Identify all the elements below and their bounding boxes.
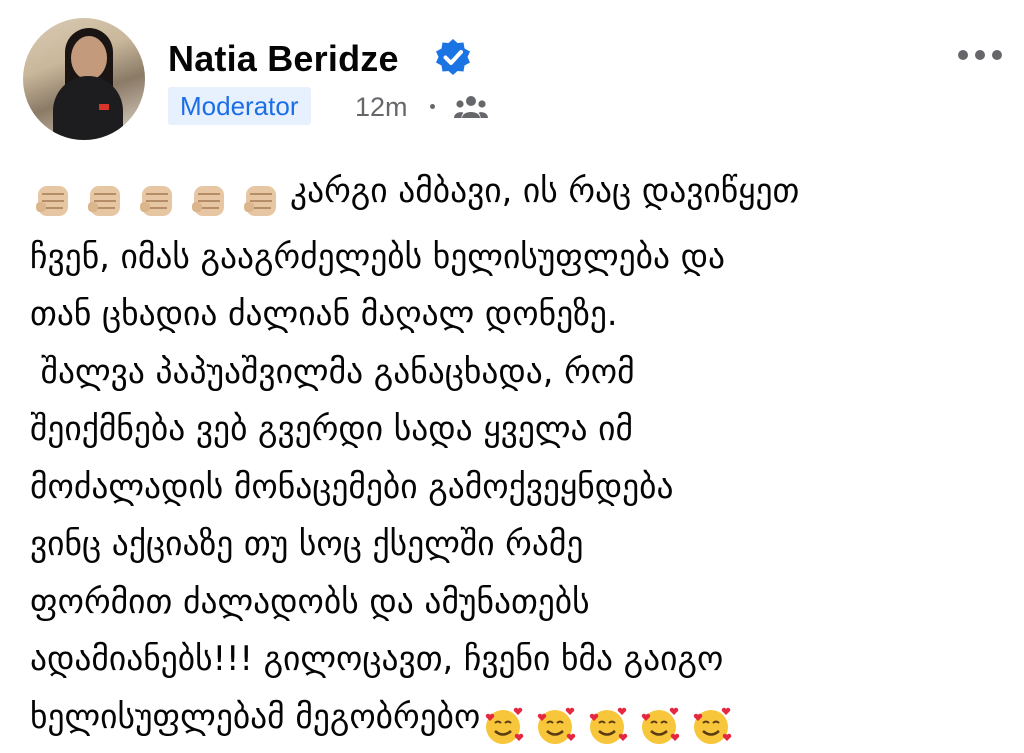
more-options-icon[interactable] bbox=[956, 48, 1004, 62]
avatar[interactable] bbox=[23, 18, 145, 140]
separator-dot bbox=[430, 104, 435, 109]
raised-fist-light-skin-icon bbox=[82, 178, 128, 224]
raised-fist-light-skin-icon bbox=[134, 178, 180, 224]
raised-fist-light-skin-icon bbox=[238, 178, 284, 224]
group-icon[interactable] bbox=[454, 94, 488, 120]
raised-fist-light-skin-icon bbox=[186, 178, 232, 224]
post-line: ფორმით ძალადობს და ამუნათებს bbox=[30, 582, 590, 621]
moderator-badge: Moderator bbox=[168, 87, 311, 125]
author-name[interactable]: Natia Beridze bbox=[168, 38, 399, 80]
verified-badge-icon bbox=[432, 37, 474, 79]
post-line: მოძალადის მონაცემები გამოქვეყნდება bbox=[30, 467, 674, 506]
post-line: კარგი ამბავი, ის რაც დავიწყეთ bbox=[290, 171, 799, 210]
post-line: ხელისუფლებამ მეგობრებო bbox=[30, 697, 480, 736]
post-line: შალვა პაპუაშვილმა განაცხადა, რომ bbox=[30, 352, 635, 391]
smiling-face-with-hearts-icon bbox=[532, 703, 578, 749]
post-line: ვინც აქციაზე თუ სოც ქსელში რამე bbox=[30, 524, 583, 563]
raised-fist-light-skin-icon bbox=[30, 178, 76, 224]
post-line: შეიქმნება ვებ გვერდი სადა ყველა იმ bbox=[30, 409, 633, 448]
post-line: თან ცხადია ძალიან მაღალ დონეზე. bbox=[30, 294, 618, 333]
raised-fist-emojis bbox=[30, 170, 290, 228]
post-timestamp[interactable]: 12m bbox=[355, 88, 408, 126]
smiling-face-with-hearts-icon bbox=[584, 703, 630, 749]
post-line: ჩვენ, იმას გააგრძელებს ხელისუფლება და bbox=[30, 237, 725, 276]
smiling-face-with-hearts-icon bbox=[480, 703, 526, 749]
post-line: ადამიანებს!!! გილოცავთ, ჩვენი ხმა გაიგო bbox=[30, 639, 723, 678]
post-body: კარგი ამბავი, ის რაც დავიწყეთ ჩვენ, იმას… bbox=[30, 162, 1010, 753]
heart-face-emojis bbox=[480, 696, 740, 753]
smiling-face-with-hearts-icon bbox=[688, 703, 734, 749]
smiling-face-with-hearts-icon bbox=[636, 703, 682, 749]
